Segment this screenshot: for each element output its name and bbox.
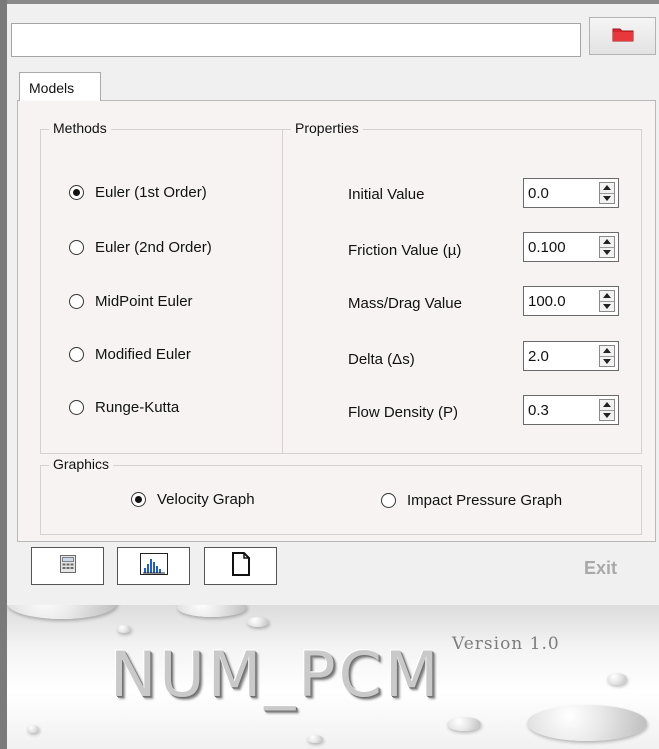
spinner-buttons: [599, 236, 615, 258]
increment-button[interactable]: [600, 400, 614, 411]
method-label: Modified Euler: [95, 346, 191, 363]
graphics-option-velocity[interactable]: Velocity Graph: [131, 491, 255, 508]
friction-value-spinner[interactable]: 0.100: [523, 232, 619, 262]
version-label: Version 1.0: [452, 634, 560, 654]
decrement-button[interactable]: [600, 302, 614, 312]
increment-button[interactable]: [600, 291, 614, 302]
file-path-input[interactable]: [11, 23, 581, 57]
method-option-euler-2nd[interactable]: Euler (2nd Order): [69, 239, 212, 256]
initial-value-spinner[interactable]: 0.0: [523, 178, 619, 208]
graphics-title: Graphics: [49, 456, 114, 472]
delta-label: Delta (Δs): [348, 351, 415, 368]
increment-button[interactable]: [600, 346, 614, 357]
method-label: Euler (1st Order): [95, 184, 207, 201]
water-drop-decoration: [307, 735, 323, 743]
water-drop-decoration: [247, 617, 269, 627]
water-drop-decoration: [117, 625, 131, 633]
water-drop-decoration: [447, 717, 481, 731]
method-option-euler-1st[interactable]: Euler (1st Order): [69, 184, 207, 201]
mass-drag-value-spinner[interactable]: 100.0: [523, 286, 619, 316]
graphics-option-label: Velocity Graph: [157, 491, 255, 508]
arrow-up-icon: [603, 185, 611, 191]
arrow-up-icon: [603, 402, 611, 408]
arrow-down-icon: [603, 249, 611, 255]
decrement-button[interactable]: [600, 357, 614, 367]
decrement-button[interactable]: [600, 194, 614, 204]
app-logo-text: NUM_PCM: [110, 638, 442, 711]
methods-title: Methods: [49, 120, 111, 136]
initial-value-label: Initial Value: [348, 186, 425, 203]
bar-chart-button[interactable]: [117, 547, 190, 585]
friction-value-label: Friction Value (µ): [348, 242, 462, 259]
calculator-button[interactable]: [31, 547, 104, 585]
tab-models[interactable]: Models: [19, 72, 101, 101]
spinner-value[interactable]: 0.3: [528, 402, 549, 419]
method-label: MidPoint Euler: [95, 293, 193, 310]
radio-button[interactable]: [131, 492, 146, 507]
spinner-buttons: [599, 399, 615, 421]
arrow-down-icon: [603, 412, 611, 418]
document-icon: [231, 552, 251, 580]
properties-title: Properties: [291, 120, 363, 136]
arrow-down-icon: [603, 303, 611, 309]
spinner-value[interactable]: 0.0: [528, 185, 549, 202]
arrow-down-icon: [603, 358, 611, 364]
increment-button[interactable]: [600, 183, 614, 194]
main-window: Models Methods Euler (1st Order) Euler (…: [7, 0, 659, 605]
spinner-value[interactable]: 2.0: [528, 348, 549, 365]
spinner-buttons: [599, 345, 615, 367]
radio-button[interactable]: [69, 240, 84, 255]
graphics-option-impact-pressure[interactable]: Impact Pressure Graph: [381, 492, 562, 509]
flow-density-spinner[interactable]: 0.3: [523, 395, 619, 425]
radio-button[interactable]: [69, 294, 84, 309]
radio-button[interactable]: [69, 185, 84, 200]
radio-button[interactable]: [69, 400, 84, 415]
method-option-runge-kutta[interactable]: Runge-Kutta: [69, 399, 179, 416]
water-drop-decoration: [7, 605, 117, 619]
new-document-button[interactable]: [204, 547, 277, 585]
mass-drag-value-label: Mass/Drag Value: [348, 295, 462, 312]
window-frame: [0, 0, 7, 749]
method-label: Euler (2nd Order): [95, 239, 212, 256]
models-panel: Methods Euler (1st Order) Euler (2nd Ord…: [17, 100, 656, 542]
spinner-value[interactable]: 0.100: [528, 239, 566, 256]
water-drop-decoration: [177, 605, 247, 617]
water-drop-decoration: [527, 705, 647, 741]
arrow-up-icon: [603, 293, 611, 299]
arrow-up-icon: [603, 239, 611, 245]
flow-density-label: Flow Density (P): [348, 404, 459, 421]
tab-label: Models: [29, 80, 75, 96]
delta-spinner[interactable]: 2.0: [523, 341, 619, 371]
spinner-buttons: [599, 182, 615, 204]
open-folder-button[interactable]: [589, 17, 656, 55]
radio-button[interactable]: [381, 493, 396, 508]
water-drop-decoration: [607, 673, 627, 685]
graphics-option-label: Impact Pressure Graph: [407, 492, 563, 509]
spinner-buttons: [599, 290, 615, 312]
method-label: Runge-Kutta: [95, 399, 180, 416]
exit-button[interactable]: Exit: [584, 558, 617, 579]
method-option-midpoint-euler[interactable]: MidPoint Euler: [69, 293, 193, 310]
title-bar: [7, 0, 659, 4]
calculator-icon: [59, 555, 76, 577]
decrement-button[interactable]: [600, 411, 614, 421]
folder-icon: [612, 26, 634, 46]
arrow-up-icon: [603, 348, 611, 354]
increment-button[interactable]: [600, 237, 614, 248]
water-drop-decoration: [27, 725, 39, 733]
bar-chart-icon: [139, 553, 168, 579]
decrement-button[interactable]: [600, 248, 614, 258]
arrow-down-icon: [603, 195, 611, 201]
radio-button[interactable]: [69, 347, 84, 362]
spinner-value[interactable]: 100.0: [528, 293, 566, 310]
method-option-modified-euler[interactable]: Modified Euler: [69, 346, 191, 363]
